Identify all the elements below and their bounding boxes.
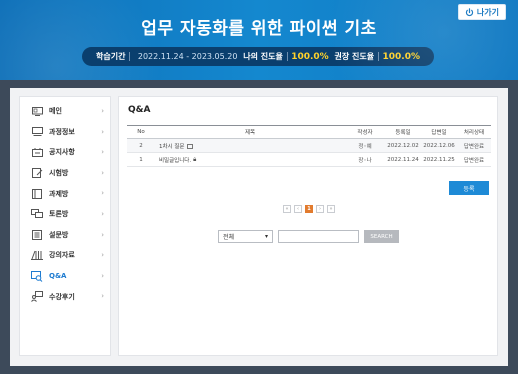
sidebar-item-exam[interactable]: 시험방 ›: [20, 163, 110, 184]
column-header: 처리상태: [463, 130, 485, 136]
display-icon: [31, 126, 43, 137]
recommended-progress-value: 100.0%: [382, 51, 420, 62]
books-icon: [31, 250, 43, 261]
search-scope-value: 전체: [223, 234, 235, 241]
row-number: 1: [127, 152, 155, 167]
column-header: 등록일: [395, 130, 411, 136]
row-number: 2: [127, 138, 155, 153]
column-header: No: [137, 129, 145, 135]
qa-board: Q&A No 제목 작성자 등록일 답변일 처리상태 2 1차시 질문 정◦예 …: [118, 96, 498, 356]
chevron-right-icon: ›: [101, 148, 104, 157]
page-1-button[interactable]: 1: [305, 205, 313, 213]
exam-icon: [31, 168, 43, 179]
chevron-right-icon: ›: [101, 127, 104, 136]
chevron-right-icon: ›: [101, 251, 104, 260]
chevron-right-icon: ›: [101, 271, 104, 280]
exit-label: 나가기: [476, 7, 499, 17]
page-title: Q&A: [128, 105, 151, 115]
qa-table: No 제목 작성자 등록일 답변일 처리상태 2 1차시 질문 정◦예 2022…: [127, 125, 491, 167]
search-button[interactable]: SEARCH: [364, 230, 399, 243]
my-progress-label: 나의 진도율: [243, 52, 283, 61]
table-header-row: No 제목 작성자 등록일 답변일 처리상태: [127, 125, 491, 139]
row-status: 답변완료: [457, 138, 491, 153]
chevron-right-icon: ›: [101, 292, 104, 301]
table-row[interactable]: 1 비밀글입니다. 🔒︎ 장◦나 2022.11.24 2022.11.25 답변…: [127, 152, 491, 167]
assignment-icon: [31, 188, 43, 199]
register-button[interactable]: 등록: [449, 181, 489, 195]
period-value: 2022.11.24 - 2023.05.20: [137, 52, 238, 61]
notice-icon: [31, 147, 43, 158]
survey-icon: [31, 229, 43, 240]
course-header: 나가기 업무 자동화를 위한 파이썬 기초 학습기간 2022.11.24 - …: [0, 0, 518, 80]
exit-button[interactable]: 나가기: [457, 4, 506, 20]
sidebar-item-label: 과정정보: [49, 127, 75, 136]
my-progress-value: 100.0%: [291, 51, 329, 62]
sidebar-item-label: 강의자료: [49, 251, 75, 260]
sidebar: 메인 › 과정정보 › 공지사항 › 시험방 › 과제방 › 토론방 › 설문방…: [19, 96, 111, 356]
row-title-cell[interactable]: 1차시 질문: [155, 138, 345, 153]
row-registered-date: 2022.12.02: [385, 138, 421, 153]
search-scope-select[interactable]: 전체 ▾: [218, 230, 273, 243]
qa-icon: [31, 270, 43, 282]
sidebar-item-label: 토론방: [49, 210, 69, 219]
sidebar-item-main[interactable]: 메인 ›: [20, 101, 110, 122]
period-label: 학습기간: [96, 52, 126, 61]
row-author: 정◦예: [345, 138, 385, 153]
chevron-right-icon: ›: [101, 107, 104, 115]
chevron-right-icon: ›: [101, 189, 104, 198]
next-page-button[interactable]: ›: [316, 205, 324, 213]
power-icon: [465, 7, 474, 16]
sidebar-item-qa[interactable]: Q&A ›: [20, 266, 110, 287]
comment-icon: [186, 143, 193, 149]
sidebar-item-materials[interactable]: 강의자료 ›: [20, 245, 110, 266]
sidebar-item-assignment[interactable]: 과제방 ›: [20, 183, 110, 204]
chevron-down-icon: ▾: [264, 233, 268, 240]
search-input[interactable]: [278, 230, 359, 243]
chevron-right-icon: ›: [101, 209, 104, 218]
recommended-progress-label: 권장 진도율: [334, 52, 375, 61]
row-author: 장◦나: [345, 152, 385, 167]
sidebar-item-survey[interactable]: 설문방 ›: [20, 225, 110, 246]
chevron-right-icon: ›: [101, 230, 104, 239]
sidebar-item-label: 메인: [49, 107, 62, 116]
review-icon: [31, 291, 43, 302]
monitor-icon: [31, 106, 43, 117]
sidebar-item-label: 시험방: [49, 169, 69, 178]
sidebar-item-label: Q&A: [49, 272, 67, 281]
row-answered-date: 2022.12.06: [421, 138, 457, 153]
column-header: 제목: [244, 130, 256, 136]
progress-summary: 학습기간 2022.11.24 - 2023.05.20 나의 진도율 100.…: [82, 47, 434, 66]
row-title[interactable]: 1차시 질문: [159, 144, 185, 150]
column-header: 답변일: [431, 130, 447, 136]
row-answered-date: 2022.11.25: [421, 152, 457, 167]
sidebar-item-label: 공지사항: [49, 148, 75, 157]
sidebar-item-notice[interactable]: 공지사항 ›: [20, 142, 110, 163]
sidebar-item-label: 과제방: [49, 189, 69, 198]
row-title-cell[interactable]: 비밀글입니다. 🔒︎: [155, 152, 345, 167]
main-panel: 메인 › 과정정보 › 공지사항 › 시험방 › 과제방 › 토론방 › 설문방…: [10, 88, 508, 366]
sidebar-item-course-info[interactable]: 과정정보 ›: [20, 122, 110, 143]
chevron-right-icon: ›: [101, 168, 104, 177]
last-page-button[interactable]: »: [327, 205, 335, 213]
discussion-icon: [31, 209, 43, 220]
course-title: 업무 자동화를 위한 파이썬 기초: [141, 19, 377, 39]
lock-icon: 🔒︎: [193, 156, 197, 163]
sidebar-item-label: 수강후기: [49, 292, 75, 301]
sidebar-item-label: 설문방: [49, 230, 69, 239]
row-registered-date: 2022.11.24: [385, 152, 421, 167]
row-status: 답변완료: [457, 152, 491, 167]
pagination: « ‹ 1 › »: [119, 205, 499, 213]
table-row[interactable]: 2 1차시 질문 정◦예 2022.12.02 2022.12.06 답변완료: [127, 138, 491, 153]
sidebar-item-discussion[interactable]: 토론방 ›: [20, 204, 110, 225]
prev-page-button[interactable]: ‹: [294, 205, 302, 213]
row-title[interactable]: 비밀글입니다.: [159, 158, 191, 164]
column-header: 작성자: [357, 130, 373, 136]
sidebar-item-review[interactable]: 수강후기 ›: [20, 286, 110, 307]
first-page-button[interactable]: «: [283, 205, 291, 213]
search-bar: 전체 ▾ SEARCH: [218, 230, 399, 243]
